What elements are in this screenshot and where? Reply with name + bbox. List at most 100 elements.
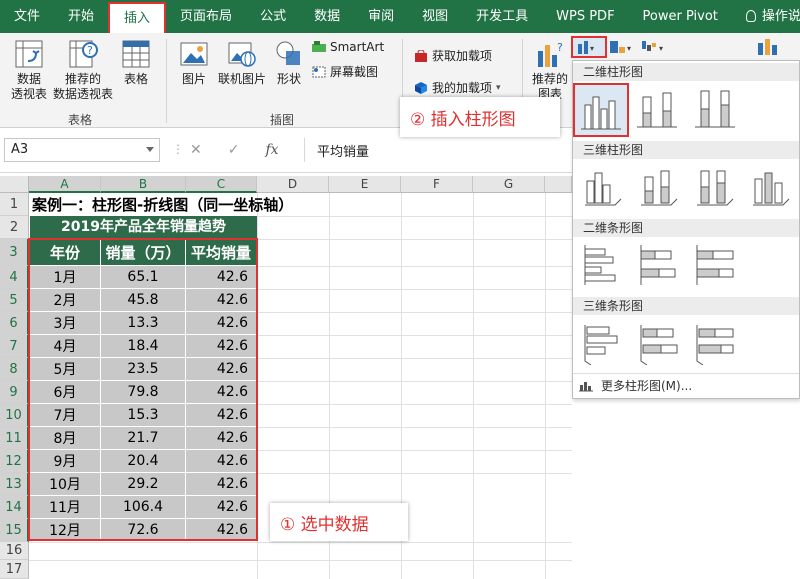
row-header[interactable]: 5 xyxy=(0,289,29,312)
month-cell[interactable]: 12月 xyxy=(30,519,101,542)
tab-insert[interactable]: 插入 xyxy=(108,2,167,33)
average-cell[interactable]: 42.6 xyxy=(186,312,257,335)
row-header[interactable]: 16 xyxy=(0,542,29,560)
column-header-b[interactable]: B xyxy=(101,176,186,193)
row-header[interactable]: 13 xyxy=(0,473,29,496)
average-cell[interactable]: 42.6 xyxy=(186,519,257,542)
table-banner[interactable]: 2019年产品全年销量趋势 xyxy=(30,216,257,239)
tab-power-pivot[interactable]: Power Pivot xyxy=(629,0,732,33)
row-header[interactable]: 6 xyxy=(0,312,29,335)
column-header-f[interactable]: F xyxy=(401,176,473,193)
average-cell[interactable]: 42.6 xyxy=(186,266,257,289)
tab-formulas[interactable]: 公式 xyxy=(246,0,300,33)
month-cell[interactable]: 4月 xyxy=(30,335,101,358)
row-header[interactable]: 12 xyxy=(0,450,29,473)
picture-button[interactable]: 图片 xyxy=(176,39,212,87)
tab-review[interactable]: 审阅 xyxy=(354,0,408,33)
sales-cell[interactable]: 18.4 xyxy=(101,335,186,358)
get-addins-button[interactable]: 获取加载项 xyxy=(414,47,492,64)
header-cell-sales[interactable]: 销量（万） xyxy=(101,239,186,265)
column-header-e[interactable]: E xyxy=(329,176,401,193)
row-header[interactable]: 17 xyxy=(0,560,29,579)
row-header[interactable]: 4 xyxy=(0,266,29,289)
enter-check-icon[interactable]: ✓ xyxy=(228,142,240,158)
sales-cell[interactable]: 13.3 xyxy=(101,312,186,335)
formula-input[interactable]: 平均销量 xyxy=(304,138,604,162)
recommended-charts-button[interactable]: ? 推荐的 图表 xyxy=(530,39,570,102)
month-cell[interactable]: 1月 xyxy=(30,266,101,289)
row-header[interactable]: 3 xyxy=(0,239,29,266)
3d-column-option[interactable] xyxy=(749,165,793,209)
3d-clustered-column-option[interactable] xyxy=(581,165,625,209)
name-box[interactable]: A3 xyxy=(4,138,160,162)
tab-file[interactable]: 文件 xyxy=(0,0,54,33)
row-header[interactable]: 15 xyxy=(0,519,29,542)
column-header-d[interactable]: D xyxy=(257,176,329,193)
average-cell[interactable]: 42.6 xyxy=(186,289,257,312)
3d-100-stacked-bar-option[interactable] xyxy=(693,321,737,366)
100-stacked-column-option[interactable] xyxy=(693,87,737,131)
recommended-pivot-button[interactable]: ? 推荐的 数据透视表 xyxy=(52,39,114,102)
sales-cell[interactable]: 79.8 xyxy=(101,381,186,404)
clustered-bar-option[interactable] xyxy=(581,243,625,287)
sales-cell[interactable]: 15.3 xyxy=(101,404,186,427)
column-chart-button[interactable]: ▾ xyxy=(571,36,607,58)
sales-cell[interactable]: 21.7 xyxy=(101,427,186,450)
month-cell[interactable]: 6月 xyxy=(30,381,101,404)
month-cell[interactable]: 2月 xyxy=(30,289,101,312)
row-header[interactable]: 1 xyxy=(0,193,29,216)
cancel-icon[interactable]: ✕ xyxy=(190,142,202,158)
row-header[interactable]: 8 xyxy=(0,358,29,381)
sheet-title[interactable]: 案例一：柱形图-折线图（同一坐标轴） xyxy=(32,193,293,216)
stacked-column-option[interactable] xyxy=(635,87,679,131)
tab-view[interactable]: 视图 xyxy=(408,0,462,33)
header-cell-average[interactable]: 平均销量 xyxy=(186,239,257,265)
screenshot-button[interactable]: 屏幕截图 xyxy=(312,63,378,80)
average-cell[interactable]: 42.6 xyxy=(186,427,257,450)
column-header-a[interactable]: A xyxy=(29,176,101,193)
3d-clustered-bar-option[interactable] xyxy=(581,321,625,366)
month-cell[interactable]: 9月 xyxy=(30,450,101,473)
sales-cell[interactable]: 106.4 xyxy=(101,496,186,519)
average-cell[interactable]: 42.6 xyxy=(186,496,257,519)
tab-data[interactable]: 数据 xyxy=(300,0,354,33)
tab-home[interactable]: 开始 xyxy=(54,0,108,33)
pivot-chart-button[interactable] xyxy=(755,36,795,58)
hierarchy-chart-button[interactable]: ▾ xyxy=(608,36,638,58)
stacked-bar-option[interactable] xyxy=(637,243,681,287)
average-cell[interactable]: 42.6 xyxy=(186,473,257,496)
average-cell[interactable]: 42.6 xyxy=(186,358,257,381)
sales-cell[interactable]: 65.1 xyxy=(101,266,186,289)
pivot-table-button[interactable]: 数据 透视表 xyxy=(8,39,50,102)
tab-tell-me[interactable]: 操作说明搜索 xyxy=(732,0,800,33)
select-all-corner[interactable] xyxy=(0,176,29,193)
month-cell[interactable]: 5月 xyxy=(30,358,101,381)
month-cell[interactable]: 10月 xyxy=(30,473,101,496)
row-header[interactable]: 14 xyxy=(0,496,29,519)
column-header-h[interactable] xyxy=(545,176,572,193)
row-header[interactable]: 11 xyxy=(0,427,29,450)
tab-developer[interactable]: 开发工具 xyxy=(462,0,542,33)
sales-cell[interactable]: 29.2 xyxy=(101,473,186,496)
smartart-button[interactable]: SmartArt xyxy=(312,40,384,54)
sales-cell[interactable]: 20.4 xyxy=(101,450,186,473)
table-button[interactable]: 表格 xyxy=(118,39,154,87)
3d-stacked-column-option[interactable] xyxy=(637,165,681,209)
my-addins-button[interactable]: 我的加载项 ▾ xyxy=(414,79,501,96)
3d-stacked-bar-option[interactable] xyxy=(637,321,681,366)
average-cell[interactable]: 42.6 xyxy=(186,404,257,427)
sales-cell[interactable]: 45.8 xyxy=(101,289,186,312)
tab-wps-pdf[interactable]: WPS PDF xyxy=(542,0,628,33)
more-column-charts-option[interactable]: 更多柱形图(M)... xyxy=(579,377,692,394)
sales-cell[interactable]: 23.5 xyxy=(101,358,186,381)
column-header-c[interactable]: C xyxy=(186,176,257,193)
month-cell[interactable]: 8月 xyxy=(30,427,101,450)
insert-function-icon[interactable]: fx xyxy=(265,142,278,158)
100-stacked-bar-option[interactable] xyxy=(693,243,737,287)
row-header[interactable]: 9 xyxy=(0,381,29,404)
average-cell[interactable]: 42.6 xyxy=(186,381,257,404)
month-cell[interactable]: 7月 xyxy=(30,404,101,427)
column-header-g[interactable]: G xyxy=(473,176,545,193)
online-picture-button[interactable]: 联机图片 xyxy=(214,39,270,87)
3d-100-stacked-column-option[interactable] xyxy=(693,165,737,209)
